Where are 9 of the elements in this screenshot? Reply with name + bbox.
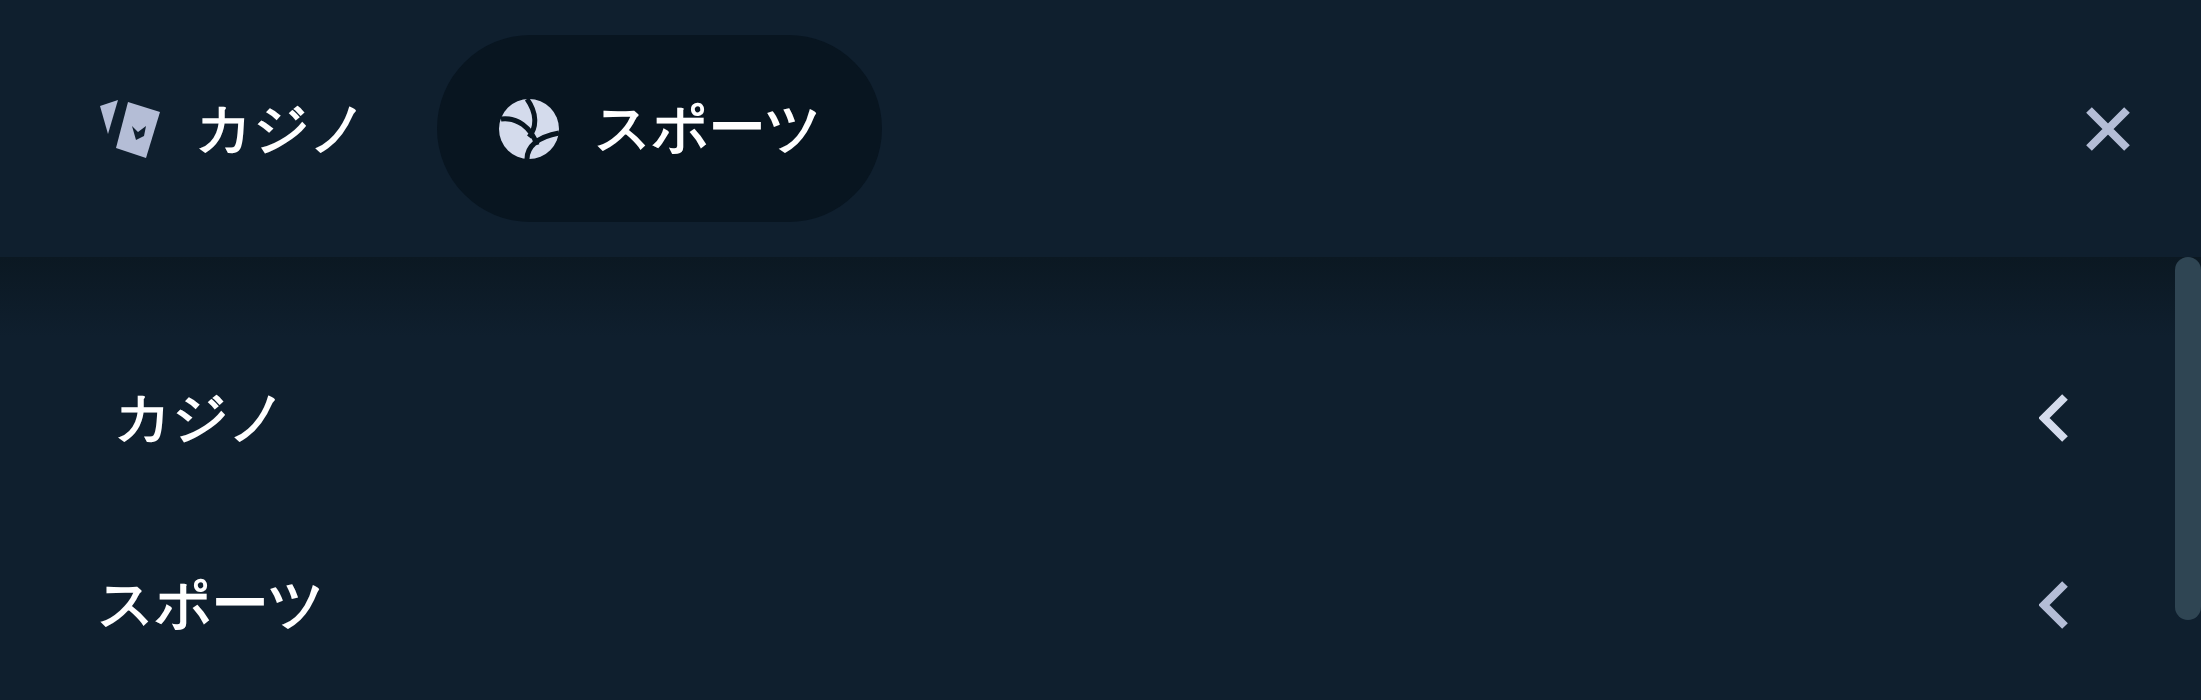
close-icon[interactable] [2085,105,2131,152]
chevron-icon [2039,580,2069,629]
tab[interactable]: スポーツ [437,35,882,222]
menu-item[interactable]: スポーツ [0,511,2171,698]
chevron-icon [2039,393,2069,442]
tab[interactable]: カジノ [96,35,427,222]
menu-item[interactable]: カジノ [0,324,2171,511]
scrollbar-thumb[interactable] [2175,257,2201,620]
ball-icon [497,96,561,161]
